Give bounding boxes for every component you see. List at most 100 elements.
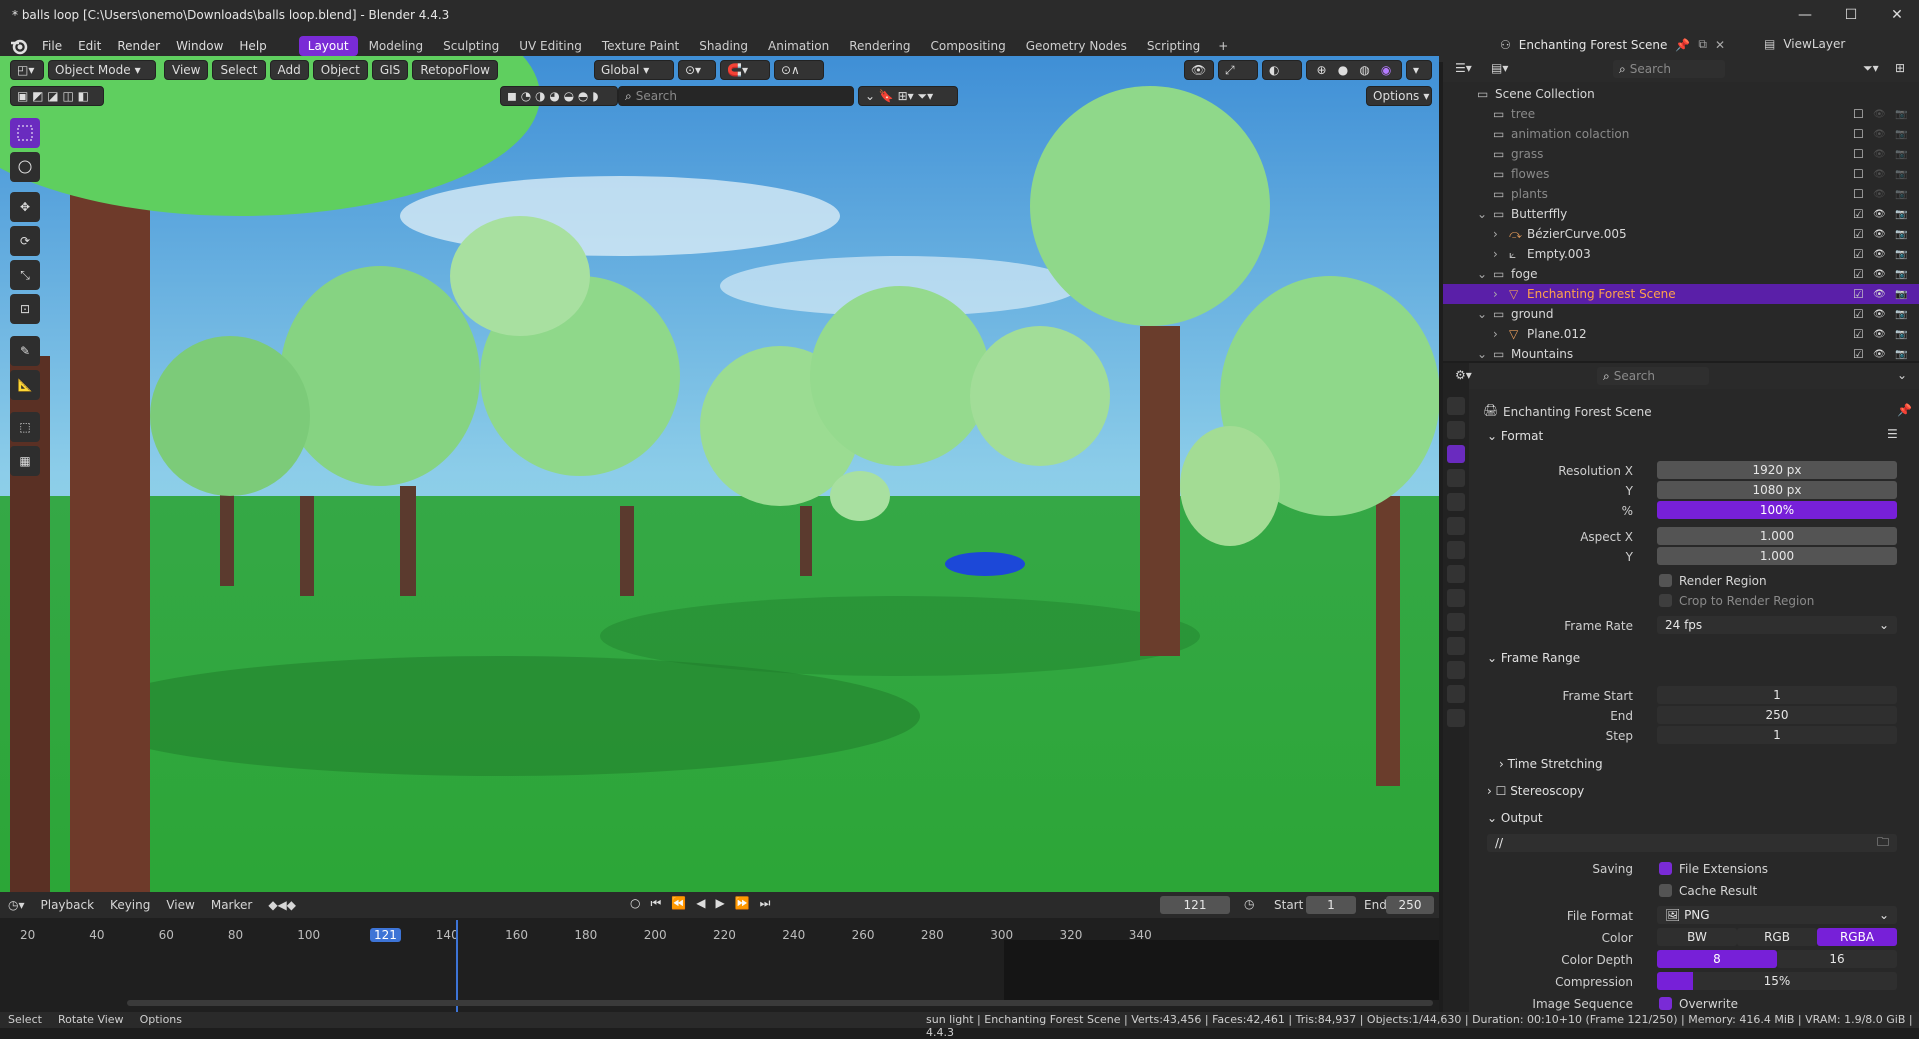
scene-tab-icon[interactable]	[1447, 493, 1465, 511]
editor-type-button[interactable]: ◰▾	[10, 60, 44, 80]
snap-icon[interactable]: 🧲▾	[720, 60, 770, 80]
menu-help[interactable]: Help	[231, 39, 274, 53]
tab-rendering[interactable]: Rendering	[840, 36, 919, 56]
properties-editor-icon[interactable]: ⚙▾	[1455, 368, 1472, 382]
expand-arrow-icon[interactable]: ⌄	[1477, 347, 1487, 361]
menu-file[interactable]: File	[34, 39, 70, 53]
new-collection-icon[interactable]: ⊞	[1895, 61, 1905, 75]
collection-tab-icon[interactable]	[1447, 541, 1465, 559]
camera-icon[interactable]: 📷	[1895, 209, 1907, 220]
eye-icon[interactable]: 👁	[1873, 329, 1886, 340]
frame-rate-dropdown[interactable]: 24 fps ⌄	[1657, 616, 1897, 634]
crop-checkbox[interactable]	[1659, 594, 1672, 607]
eye-icon[interactable]: 👁	[1873, 109, 1886, 120]
camera-icon[interactable]: 📷	[1895, 349, 1907, 360]
resolution-percent-field[interactable]: 100%	[1657, 501, 1897, 519]
add-workspace-button[interactable]: +	[1209, 36, 1237, 56]
color-depth-16-button[interactable]: 16	[1777, 950, 1897, 968]
outliner-row[interactable]: ▭ animation colaction ☐ 👁 📷	[1443, 124, 1919, 144]
view-layer-icon[interactable]: ▤	[1764, 37, 1775, 51]
outliner-row[interactable]: ▭ plants ☐ 👁 📷	[1443, 184, 1919, 204]
camera-icon[interactable]: 📷	[1895, 329, 1907, 340]
camera-icon[interactable]: 📷	[1895, 289, 1907, 300]
outliner-row[interactable]: ⌄ ▭ foge ☑ 👁 📷	[1443, 264, 1919, 284]
color-depth-8-button[interactable]: 8	[1657, 950, 1777, 968]
visibility-icon[interactable]: 👁	[1184, 60, 1214, 80]
exclude-checkbox[interactable]: ☐	[1853, 187, 1864, 201]
color-rgba-button[interactable]: RGBA	[1817, 928, 1897, 946]
selection-mode-icons[interactable]: ▣ ◩ ◪ ◫ ◧	[10, 86, 104, 106]
eye-icon[interactable]: 👁	[1873, 249, 1886, 260]
remove-scene-icon[interactable]: ✕	[1715, 38, 1725, 52]
camera-icon[interactable]: 📷	[1895, 189, 1907, 200]
material-tab-icon[interactable]	[1447, 709, 1465, 727]
tab-sculpting[interactable]: Sculpting	[434, 36, 508, 56]
measure-tool-icon[interactable]: 📐	[10, 370, 40, 400]
pin-icon[interactable]: 📌	[1897, 403, 1912, 417]
eye-icon[interactable]: 👁	[1873, 169, 1886, 180]
3d-viewport[interactable]: ◰▾ Object Mode ▾ View Select Add Object GIS Re…	[0, 56, 1439, 892]
menu-edit[interactable]: Edit	[70, 39, 109, 53]
outliner[interactable]: ☰▾ ▤▾ ⌕ Search ⏷▾ ⊞ ▭ Scene Collection ▭ tre…	[1443, 56, 1919, 361]
scale-tool-icon[interactable]: ⤡	[10, 260, 40, 290]
move-tool-icon[interactable]: ✥	[10, 192, 40, 222]
viewport-menu-select[interactable]: Select	[212, 60, 266, 80]
tab-animation[interactable]: Animation	[759, 36, 838, 56]
resolution-y-field[interactable]: 1080 px	[1657, 481, 1897, 499]
exclude-checkbox[interactable]: ☐	[1853, 147, 1864, 161]
eye-icon[interactable]: 👁	[1873, 229, 1886, 240]
menu-window[interactable]: Window	[168, 39, 231, 53]
viewport-menu-retopoflow[interactable]: RetopoFlow	[412, 60, 498, 80]
eye-icon[interactable]: 👁	[1873, 289, 1886, 300]
shading-modes[interactable]: ⊕ ● ◍ ◉	[1306, 60, 1402, 80]
transform-orientation-dropdown[interactable]: Global ▾	[594, 60, 674, 80]
eye-icon[interactable]: 👁	[1873, 269, 1886, 280]
properties-search-input[interactable]: ⌕ Search	[1597, 367, 1709, 385]
file-format-dropdown[interactable]: 🖼 PNG ⌄	[1657, 906, 1897, 924]
tab-modeling[interactable]: Modeling	[360, 36, 433, 56]
rotate-tool-icon[interactable]: ⟳	[10, 226, 40, 256]
blender-logo-icon[interactable]	[10, 37, 28, 55]
viewport-menu-gis[interactable]: GIS	[371, 60, 409, 80]
cache-result-checkbox[interactable]	[1659, 884, 1672, 897]
outliner-row[interactable]: › ⟀ Empty.003 ☑ 👁 📷	[1443, 244, 1919, 264]
compression-slider[interactable]: 15%	[1657, 972, 1897, 990]
object-tab-icon[interactable]	[1447, 565, 1465, 583]
time-stretching-header[interactable]: › Time Stretching	[1499, 757, 1603, 771]
annotate-tool-icon[interactable]: ✎	[10, 336, 40, 366]
eye-icon[interactable]: 👁	[1873, 149, 1886, 160]
camera-icon[interactable]: 📷	[1895, 149, 1907, 160]
aspect-y-field[interactable]: 1.000	[1657, 547, 1897, 565]
viewport-menu-view[interactable]: View	[164, 60, 209, 80]
overwrite-checkbox[interactable]	[1659, 997, 1672, 1010]
format-panel-header[interactable]: ⌄ Format	[1487, 429, 1543, 443]
timeline-scrollbar[interactable]	[127, 1000, 1433, 1006]
outliner-row[interactable]: ⌄ ▭ Butterffly ☑ 👁 📷	[1443, 204, 1919, 224]
gizmo-icon[interactable]: ⤢	[1218, 60, 1258, 80]
exclude-checkbox[interactable]: ☑	[1853, 227, 1864, 241]
camera-icon[interactable]: 📷	[1895, 109, 1907, 120]
pin-icon[interactable]: 📌	[1675, 38, 1690, 52]
expand-arrow-icon[interactable]: ⌄	[1477, 207, 1487, 221]
view-layer-field[interactable]: ViewLayer	[1783, 37, 1845, 51]
tab-shading[interactable]: Shading	[690, 36, 757, 56]
pivot-point-icon[interactable]: ⊙▾	[678, 60, 716, 80]
eye-icon[interactable]: 👁	[1873, 349, 1886, 360]
exclude-checkbox[interactable]: ☐	[1853, 107, 1864, 121]
world-tab-icon[interactable]	[1447, 517, 1465, 535]
outliner-row[interactable]: › ▽ Enchanting Forest Scene ☑ 👁 📷	[1443, 284, 1919, 304]
transform-tool-icon[interactable]: ⊡	[10, 294, 40, 324]
camera-icon[interactable]: 📷	[1895, 249, 1907, 260]
add-cube-tool-icon[interactable]: ⬚	[10, 412, 40, 442]
tab-compositing[interactable]: Compositing	[921, 36, 1014, 56]
close-button[interactable]: ✕	[1874, 0, 1919, 30]
viewport-menu-add[interactable]: Add	[269, 60, 309, 80]
exclude-checkbox[interactable]: ☑	[1853, 347, 1864, 361]
viewport-menu-object[interactable]: Object	[312, 60, 368, 80]
outliner-row[interactable]: ⌄ ▭ ground ☑ 👁 📷	[1443, 304, 1919, 324]
view-layer-tab-icon[interactable]	[1447, 469, 1465, 487]
folder-icon[interactable]: 🗀	[1877, 833, 1889, 854]
camera-icon[interactable]: 📷	[1895, 229, 1907, 240]
viewport-shading-icons[interactable]: ◼ ◔ ◑ ◕ ◒ ◓ ◗	[500, 86, 618, 106]
resolution-x-field[interactable]: 1920 px	[1657, 461, 1897, 479]
